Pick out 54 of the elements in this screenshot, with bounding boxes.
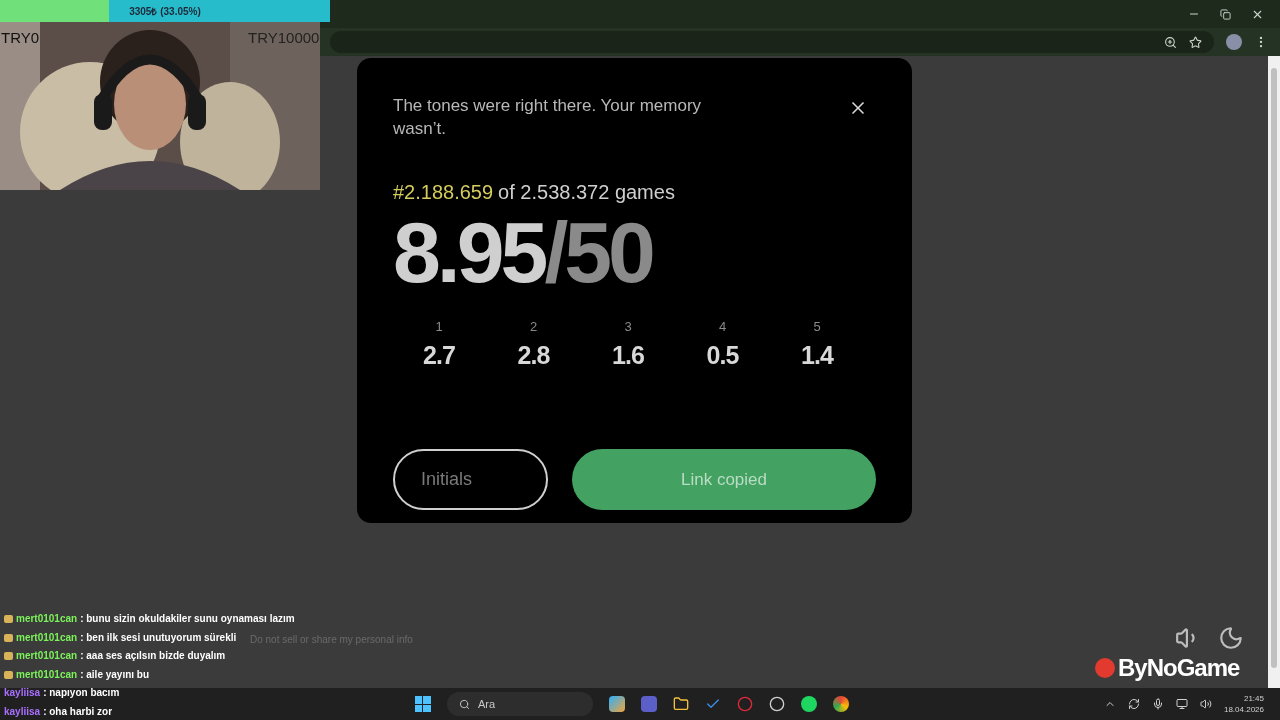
max-score: /50 bbox=[544, 209, 652, 295]
round-score: 0.5 bbox=[706, 339, 739, 371]
microphone-icon[interactable] bbox=[1151, 698, 1164, 710]
sponsor-logo: ByNoGame bbox=[1118, 653, 1240, 683]
chat-username: mert0101can bbox=[16, 667, 78, 682]
goal-max-label: TRY10000 bbox=[248, 28, 320, 48]
clock-date: 18.04.2026 bbox=[1223, 704, 1264, 715]
rank-total: of 2.538.372 games bbox=[498, 180, 675, 205]
round-number: 2 bbox=[529, 318, 538, 336]
round-number: 4 bbox=[718, 318, 727, 336]
chat-message: : bunu sizin okuldakiler sunu oynaması lazım bbox=[80, 612, 295, 626]
chat-username: mert0101can bbox=[16, 612, 78, 626]
goal-min-label: TRY0 bbox=[1, 28, 40, 48]
link-copied-button[interactable]: Link copied bbox=[572, 449, 876, 510]
search-icon bbox=[458, 698, 470, 710]
chat-username: kayliisa bbox=[4, 686, 41, 700]
round-number: 5 bbox=[813, 318, 821, 336]
result-message: The tones were right there. Your memory wasn’t. bbox=[393, 95, 703, 140]
chat-message: : ben ilk sesi unutuyorum sürekli bbox=[80, 630, 237, 645]
clock-time: 21:45 bbox=[1243, 693, 1264, 704]
chat-message: : aaa ses açılsın bizde duyalım bbox=[80, 649, 226, 663]
chat-message: : napıyon bacım bbox=[43, 686, 120, 700]
round-score: 2.8 bbox=[517, 339, 550, 371]
bookmark-star-icon[interactable] bbox=[1189, 35, 1202, 49]
app-icon[interactable] bbox=[608, 696, 625, 712]
zoom-icon[interactable] bbox=[1164, 35, 1177, 49]
monitor-icon[interactable] bbox=[1175, 698, 1188, 710]
initials-field[interactable]: Initials bbox=[393, 449, 548, 510]
logo-icon bbox=[1095, 658, 1115, 678]
browser-app-icon[interactable] bbox=[832, 696, 849, 712]
chat-username: kayliisa bbox=[4, 704, 41, 719]
taskbar-search-field[interactable]: Ara bbox=[446, 692, 593, 716]
search-placeholder: Ara bbox=[477, 696, 496, 712]
profile-avatar[interactable] bbox=[1226, 34, 1242, 50]
chat-message: : oha harbi zor bbox=[43, 704, 113, 719]
restore-icon[interactable] bbox=[1220, 8, 1231, 20]
folder-icon[interactable] bbox=[672, 696, 689, 712]
donation-amount: 3305₺ (33.05%) bbox=[129, 4, 201, 19]
round-number: 1 bbox=[435, 318, 443, 336]
round-number: 3 bbox=[624, 318, 632, 336]
volume-icon[interactable] bbox=[1199, 698, 1212, 710]
round-score: 2.7 bbox=[423, 339, 455, 371]
start-icon[interactable] bbox=[414, 696, 431, 712]
app-icon[interactable] bbox=[800, 696, 817, 712]
scrollbar[interactable] bbox=[1268, 56, 1280, 688]
sync-icon[interactable] bbox=[1127, 698, 1140, 710]
moon-icon[interactable] bbox=[1218, 625, 1244, 651]
chat-username: mert0101can bbox=[16, 649, 78, 663]
total-score: 8.95 bbox=[393, 209, 545, 295]
rank-number: #2.188.659 bbox=[393, 180, 494, 205]
chat-username: mert0101can bbox=[16, 630, 78, 645]
round-score: 1.6 bbox=[612, 339, 644, 371]
chat-message: : aile yayını bu bbox=[80, 667, 150, 682]
round-score: 1.4 bbox=[801, 339, 833, 371]
